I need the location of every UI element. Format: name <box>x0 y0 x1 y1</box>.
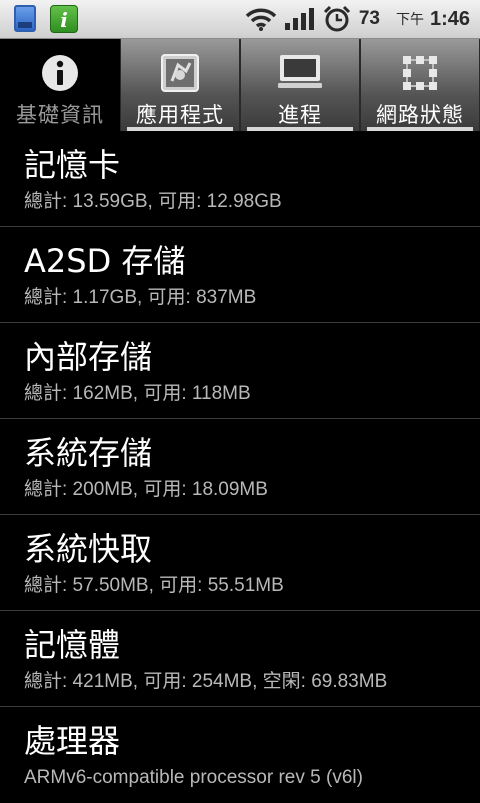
item-title: 系統存儲 <box>24 434 153 472</box>
tab-label: 應用程式 <box>136 103 224 127</box>
time-ampm: 下午 <box>395 12 424 28</box>
list-item-sd-card[interactable]: 記憶卡 總計: 13.59GB, 可用: 12.98GB <box>0 131 480 227</box>
phone-icon[interactable] <box>14 5 36 32</box>
item-title: 記憶體 <box>24 626 121 664</box>
apps-icon <box>160 53 200 93</box>
item-title: A2SD 存儲 <box>24 242 186 280</box>
list-item-a2sd-storage[interactable]: A2SD 存儲 總計: 1.17GB, 可用: 837MB <box>0 227 480 323</box>
item-detail: 總計: 57.50MB, 可用: 55.51MB <box>24 575 284 596</box>
item-title: 處理器 <box>24 722 121 760</box>
item-detail: ARMv6-compatible processor rev 5 (v6l) <box>24 767 363 788</box>
tab-bar: 基礎資訊 應用程式 進程 網路狀態 <box>0 39 480 131</box>
list-item-system-storage[interactable]: 系統存儲 總計: 200MB, 可用: 18.09MB <box>0 419 480 515</box>
alarm-icon <box>323 5 351 33</box>
status-bar: i 73 下午 1:46 <box>0 0 480 39</box>
tab-label: 網路狀態 <box>376 103 464 127</box>
list-item-processor[interactable]: 處理器 ARMv6-compatible processor rev 5 (v6… <box>0 707 480 803</box>
list-item-memory[interactable]: 記憶體 總計: 421MB, 可用: 254MB, 空閑: 69.83MB <box>0 611 480 707</box>
tab-label: 基礎資訊 <box>16 103 104 127</box>
item-title: 系統快取 <box>24 530 153 568</box>
signal-icon <box>284 8 315 30</box>
info-app-icon[interactable]: i <box>50 5 78 33</box>
tab-label: 進程 <box>278 103 322 127</box>
item-title: 記憶卡 <box>24 146 121 184</box>
battery-level: 73 <box>358 8 380 29</box>
item-detail: 總計: 162MB, 可用: 118MB <box>24 383 251 404</box>
tab-basic-info[interactable]: 基礎資訊 <box>0 39 120 131</box>
item-title: 內部存儲 <box>24 338 153 376</box>
wifi-icon <box>245 7 277 31</box>
clock: 1:46 <box>429 7 470 30</box>
tab-network[interactable]: 網路狀態 <box>360 39 480 131</box>
monitor-icon <box>276 53 324 93</box>
tab-apps[interactable]: 應用程式 <box>120 39 240 131</box>
tab-processes[interactable]: 進程 <box>240 39 360 131</box>
item-detail: 總計: 200MB, 可用: 18.09MB <box>24 479 268 500</box>
item-detail: 總計: 13.59GB, 可用: 12.98GB <box>24 191 282 212</box>
item-detail: 總計: 1.17GB, 可用: 837MB <box>24 287 257 308</box>
list-item-system-cache[interactable]: 系統快取 總計: 57.50MB, 可用: 55.51MB <box>0 515 480 611</box>
item-detail: 總計: 421MB, 可用: 254MB, 空閑: 69.83MB <box>24 671 388 692</box>
info-icon <box>40 53 80 93</box>
info-list: 記憶卡 總計: 13.59GB, 可用: 12.98GB A2SD 存儲 總計:… <box>0 131 480 803</box>
list-item-internal-storage[interactable]: 內部存儲 總計: 162MB, 可用: 118MB <box>0 323 480 419</box>
network-icon <box>400 53 440 93</box>
